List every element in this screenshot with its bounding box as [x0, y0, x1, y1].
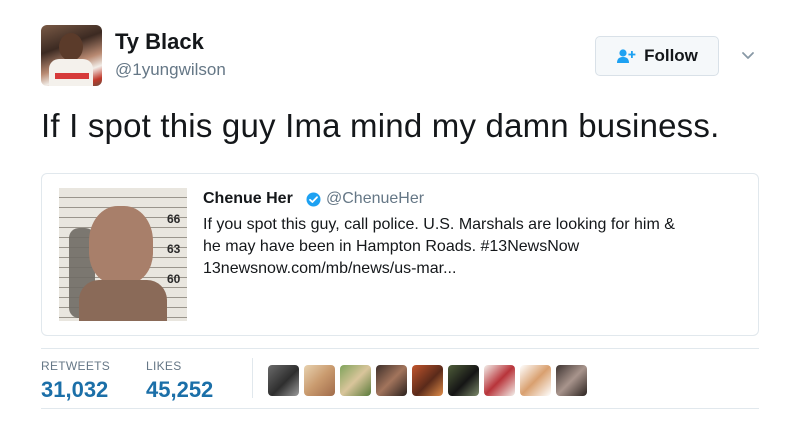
liker-avatar[interactable]	[376, 365, 407, 396]
liker-avatar[interactable]	[304, 365, 335, 396]
liker-avatar[interactable]	[484, 365, 515, 396]
height-mark: 63	[167, 242, 181, 256]
author-handle[interactable]: @1yungwilson	[115, 60, 226, 80]
height-mark: 66	[167, 212, 181, 226]
liker-avatar[interactable]	[556, 365, 587, 396]
liker-avatar[interactable]	[412, 365, 443, 396]
liker-avatar[interactable]	[340, 365, 371, 396]
quoted-tweet-link[interactable]: 13newsnow.com/mb/news/us-mar...	[203, 258, 748, 280]
follow-button[interactable]: Follow	[595, 36, 719, 76]
stats-separator	[252, 358, 253, 398]
quoted-tweet-image: 66 63 60	[59, 188, 187, 321]
quoted-tweet-line: If you spot this guy, call police. U.S. …	[203, 216, 675, 233]
liker-avatar[interactable]	[448, 365, 479, 396]
author-avatar[interactable]	[41, 25, 102, 86]
add-person-icon	[616, 48, 636, 64]
chevron-down-icon[interactable]	[740, 48, 756, 64]
retweets-label: RETWEETS	[41, 359, 111, 373]
follow-label: Follow	[644, 46, 698, 65]
retweets-count[interactable]: 31,032	[41, 377, 108, 403]
tweet-text: If I spot this guy Ima mind my damn busi…	[41, 107, 720, 144]
stats-divider-top	[41, 348, 759, 349]
height-mark: 60	[167, 272, 181, 286]
liker-avatar[interactable]	[268, 365, 299, 396]
verified-badge-icon	[306, 192, 321, 207]
author-name[interactable]: Ty Black	[115, 29, 204, 55]
likes-count[interactable]: 45,252	[146, 377, 213, 403]
stats-divider-bottom	[41, 408, 759, 409]
quoted-tweet-text: If you spot this guy, call police. U.S. …	[203, 214, 748, 280]
quoted-tweet-line: he may have been in Hampton Roads. #13Ne…	[203, 238, 580, 255]
likes-label: LIKES	[146, 359, 182, 373]
quoted-author-handle[interactable]: @ChenueHer	[326, 190, 424, 208]
liker-avatar[interactable]	[520, 365, 551, 396]
quoted-tweet-card[interactable]: 66 63 60 Chenue Her @ChenueHer If you sp…	[41, 173, 759, 336]
quoted-author-name[interactable]: Chenue Her	[203, 190, 293, 208]
